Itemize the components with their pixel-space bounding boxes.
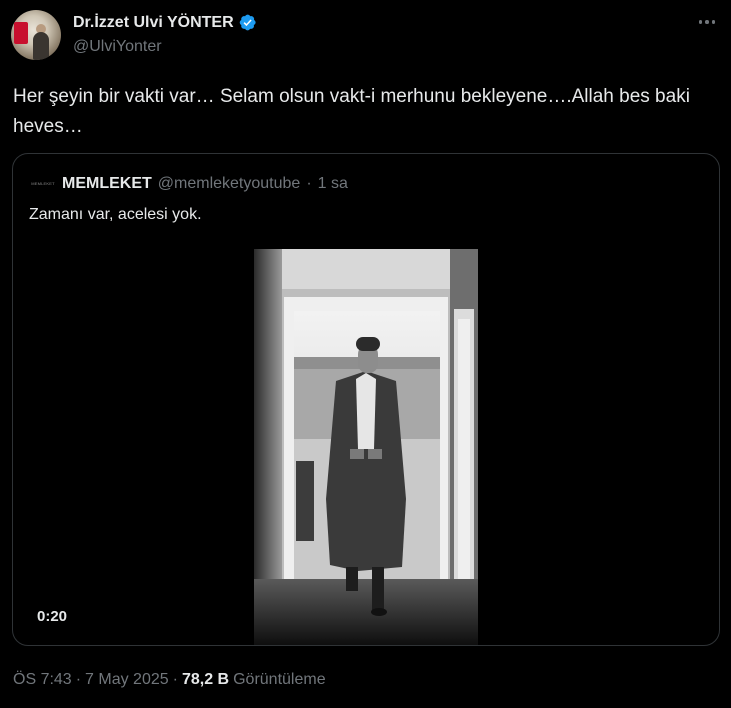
view-count[interactable]: 78,2 B xyxy=(182,671,229,689)
author-avatar[interactable] xyxy=(11,10,61,60)
quoted-tweet-time[interactable]: 1 sa xyxy=(318,175,348,193)
tweet-time[interactable]: ÖS 7:43 xyxy=(13,671,72,689)
tweet-date[interactable]: 7 May 2025 xyxy=(85,671,169,689)
video-frame-illustration xyxy=(254,249,478,645)
person-body-shape xyxy=(33,32,49,60)
author-handle[interactable]: @UlviYonter xyxy=(73,38,162,56)
flag-shape xyxy=(14,22,28,44)
quoted-tweet-header: MEMLEKET MEMLEKET @memleketyoutube · 1 s… xyxy=(30,175,348,193)
verified-badge-icon[interactable] xyxy=(238,13,257,32)
quoted-author-avatar[interactable]: MEMLEKET xyxy=(30,179,56,189)
tweet-text: Her şeyin bir vakti var… Selam olsun vak… xyxy=(13,86,690,137)
video-duration-badge: 0:20 xyxy=(37,608,68,625)
separator-dot: · xyxy=(75,671,82,688)
quoted-video-thumbnail[interactable] xyxy=(254,249,478,645)
tweet-meta: ÖS 7:43 · 7 May 2025 · 78,2 B Görüntülem… xyxy=(13,671,326,689)
more-options-icon[interactable] xyxy=(694,12,720,32)
quoted-author-name[interactable]: MEMLEKET xyxy=(62,175,152,193)
author-name-row: Dr.İzzet Ulvi YÖNTER xyxy=(73,13,257,32)
quoted-tweet-card[interactable]: MEMLEKET MEMLEKET @memleketyoutube · 1 s… xyxy=(12,153,720,646)
author-display-name[interactable]: Dr.İzzet Ulvi YÖNTER xyxy=(73,14,234,32)
quoted-author-handle[interactable]: @memleketyoutube xyxy=(158,175,301,193)
separator-dot: · xyxy=(172,671,178,688)
quoted-tweet-text: Zamanı var, acelesi yok. xyxy=(29,206,202,223)
more-dot xyxy=(705,20,709,24)
separator-dot: · xyxy=(306,175,312,192)
more-dot xyxy=(698,20,703,24)
view-count-label: Görüntüleme xyxy=(233,671,326,688)
more-dot xyxy=(711,20,716,24)
